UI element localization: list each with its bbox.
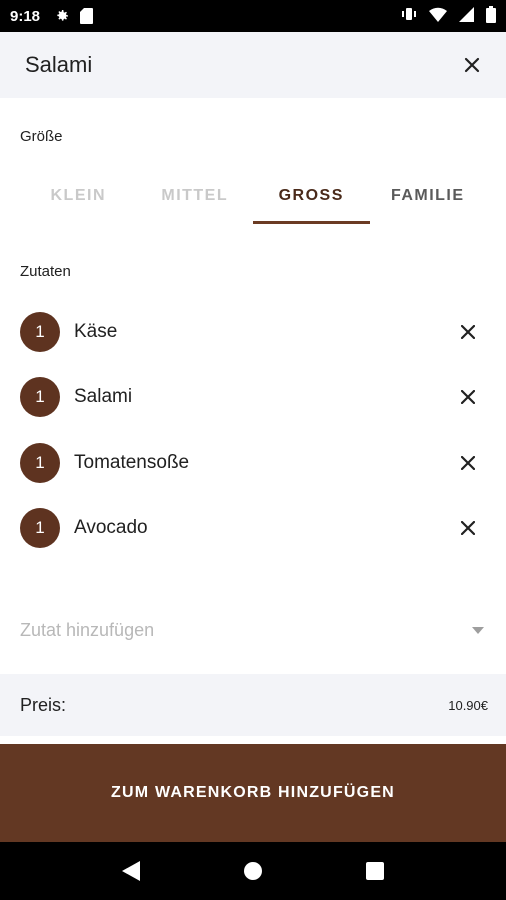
wifi-icon: [429, 7, 447, 26]
price-label: Preis:: [20, 694, 67, 715]
tab-gross[interactable]: GROSS: [253, 168, 370, 224]
dropdown-arrow-icon: [472, 621, 484, 639]
size-tabs: KLEIN MITTEL GROSS FAMILIE: [20, 168, 486, 224]
recents-button[interactable]: [355, 851, 395, 891]
close-icon: [461, 521, 475, 535]
tab-klein[interactable]: KLEIN: [20, 168, 137, 224]
tab-label: MITTEL: [161, 187, 229, 204]
remove-ingredient-button[interactable]: [452, 316, 484, 348]
recents-icon: [366, 862, 384, 880]
ingredients-label: Zutaten: [20, 263, 71, 280]
tab-familie[interactable]: FAMILIE: [370, 168, 487, 224]
list-item: 1 Käse: [20, 310, 486, 354]
close-icon: [461, 456, 475, 470]
remove-ingredient-button[interactable]: [452, 512, 484, 544]
dialog-header: Salami: [0, 32, 506, 98]
close-icon: [461, 390, 475, 404]
close-icon: [461, 325, 475, 339]
ingredient-name: Käse: [74, 321, 118, 342]
ingredient-name: Avocado: [74, 517, 148, 538]
remove-ingredient-button[interactable]: [452, 381, 484, 413]
tab-label: KLEIN: [50, 187, 106, 204]
status-time: 9:18: [10, 7, 41, 25]
quantity-badge: 1: [20, 443, 60, 483]
ingredient-name: Tomatensoße: [74, 452, 190, 473]
status-bar: 9:18: [0, 0, 506, 32]
dropdown-placeholder: Zutat hinzufügen: [20, 619, 155, 640]
quantity-badge: 1: [20, 312, 60, 352]
add-to-cart-button[interactable]: ZUM WARENKORB HINZUFÜGEN: [0, 744, 506, 842]
tab-label: GROSS: [278, 187, 344, 204]
add-ingredient-dropdown[interactable]: Zutat hinzufügen: [20, 606, 486, 654]
settings-icon: [54, 8, 70, 24]
ingredient-name: Salami: [74, 386, 133, 407]
battery-icon: [486, 5, 496, 27]
back-button[interactable]: [111, 851, 151, 891]
home-button[interactable]: [233, 851, 273, 891]
quantity-badge: 1: [20, 377, 60, 417]
list-item: 1 Avocado: [20, 506, 486, 550]
sd-card-icon: [80, 8, 94, 24]
quantity-badge: 1: [20, 508, 60, 548]
close-icon: [464, 57, 480, 73]
back-icon: [122, 861, 140, 881]
close-button[interactable]: [458, 51, 486, 79]
size-label: Größe: [20, 128, 63, 145]
vibrate-icon: [401, 6, 417, 26]
remove-ingredient-button[interactable]: [452, 447, 484, 479]
home-icon: [244, 862, 262, 880]
price-value: 10.90€: [448, 697, 488, 713]
list-item: 1 Tomatensoße: [20, 441, 486, 485]
tab-mittel[interactable]: MITTEL: [137, 168, 254, 224]
page-title: Salami: [25, 52, 93, 77]
price-row: Preis: 10.90€: [0, 674, 506, 736]
list-item: 1 Salami: [20, 375, 486, 419]
navigation-bar: [0, 842, 506, 900]
add-to-cart-label: ZUM WARENKORB HINZUFÜGEN: [111, 784, 395, 801]
tab-label: FAMILIE: [390, 187, 465, 204]
signal-icon: [459, 6, 474, 26]
